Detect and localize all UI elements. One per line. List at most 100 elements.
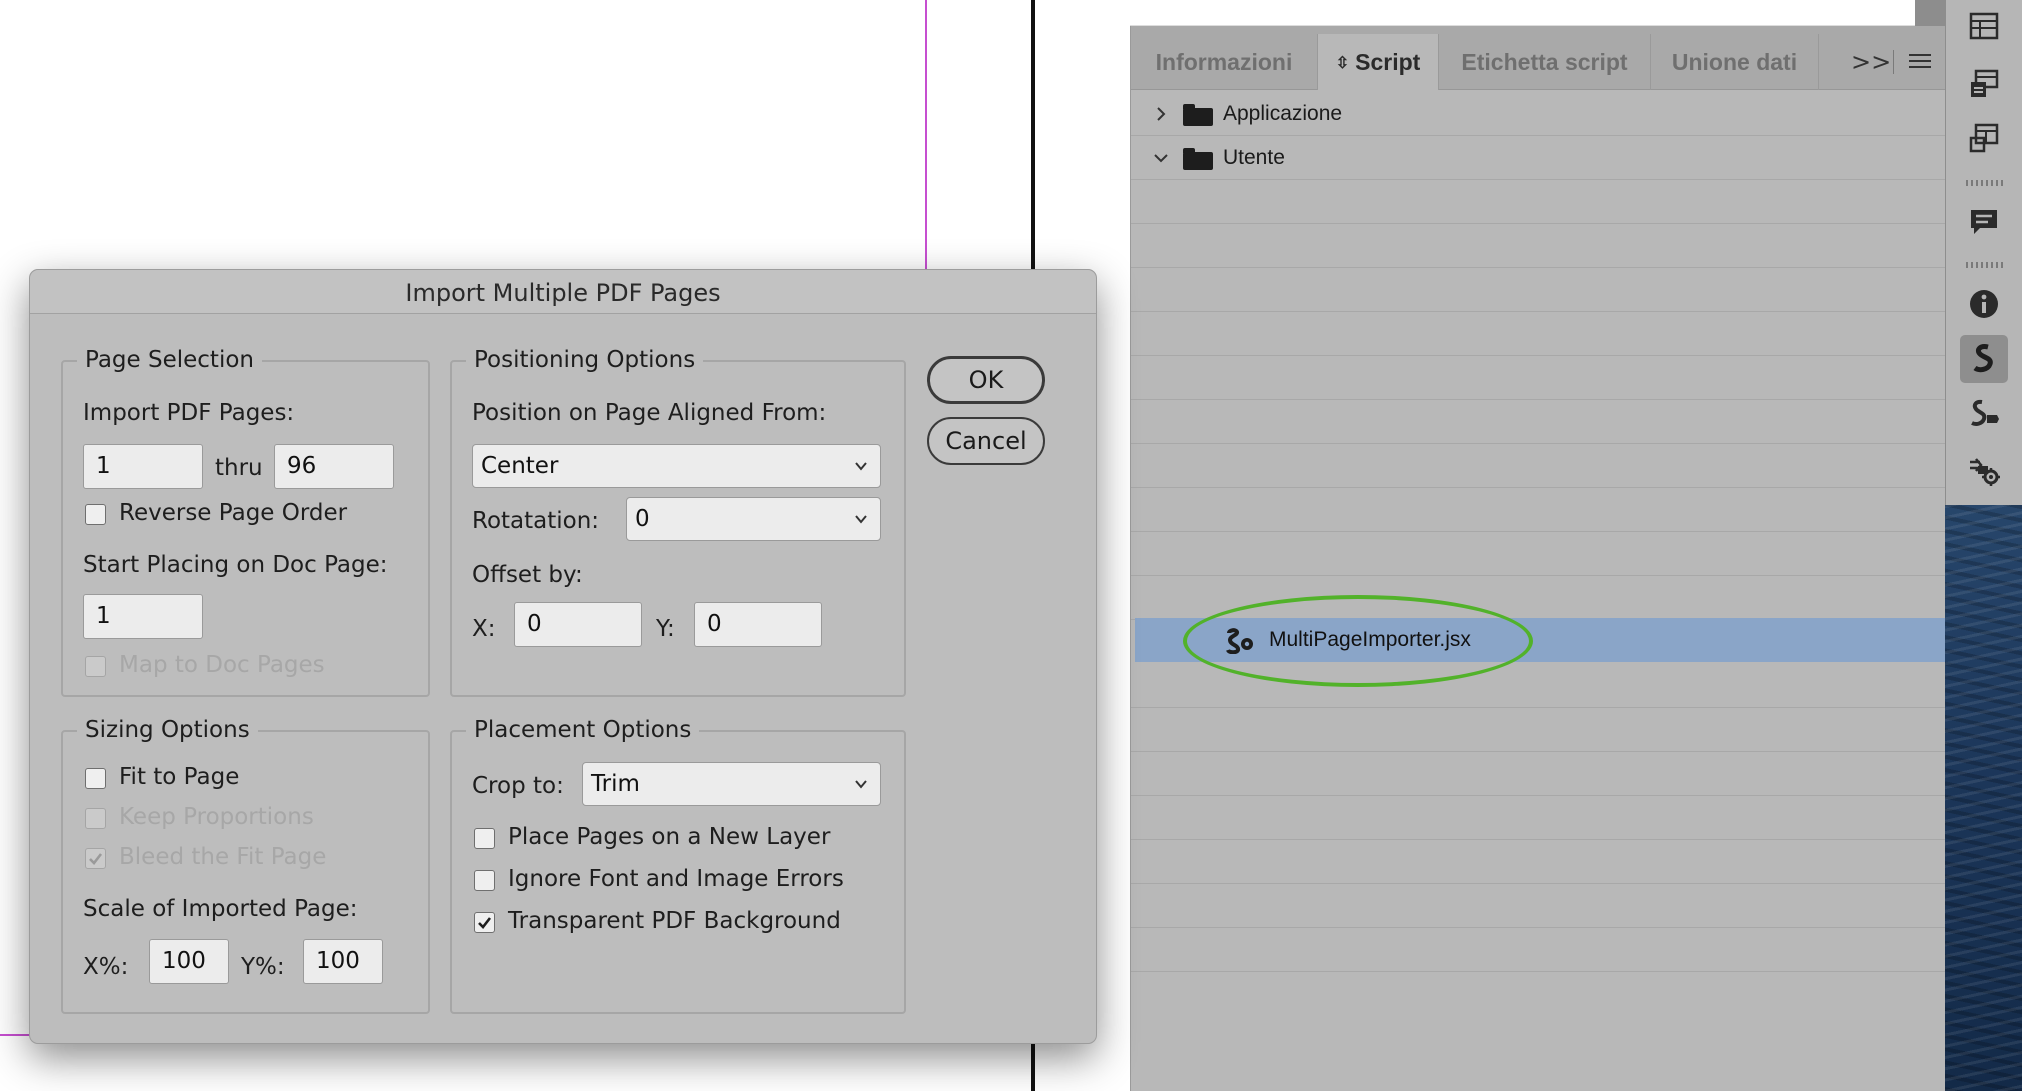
tab-label: Informazioni [1155,49,1293,75]
background-photo [1945,505,2022,1091]
select-value: Center [481,453,559,479]
empty-row [1131,444,1946,488]
toolbar-grip[interactable] [1966,180,2004,186]
checkmark-icon [478,917,492,929]
offset-x-input[interactable]: 0 [514,602,642,647]
ignore-errors-label[interactable]: Ignore Font and Image Errors [508,866,844,892]
tab-label: Unione dati [1671,49,1798,75]
select-value: Trim [591,771,640,797]
bleed-fit-page-checkbox [85,848,106,869]
crop-to-select[interactable]: Trim [582,762,881,806]
fit-to-page-label[interactable]: Fit to Page [119,764,239,790]
empty-row [1131,708,1946,752]
panel-menu-icon[interactable] [1909,54,1931,70]
crop-to-label: Crop to: [472,773,564,799]
table-icon[interactable] [1960,2,2008,50]
map-to-doc-pages-checkbox [85,656,106,677]
page-selection-group: Page Selection Import PDF Pages: 1 thru … [61,344,430,697]
empty-row [1131,488,1946,532]
scroll-strip [1915,0,1945,26]
more-tabs-button[interactable]: >> [1851,48,1891,76]
info-icon[interactable] [1960,280,2008,328]
right-toolbar [1945,0,2022,505]
script-label-icon[interactable] [1960,391,2008,439]
scale-x-input[interactable]: 100 [149,939,229,984]
rotation-select[interactable]: 0 [626,497,881,541]
empty-row [1131,400,1946,444]
position-aligned-select[interactable]: Center [472,444,881,488]
empty-row [1131,356,1946,400]
new-layer-label[interactable]: Place Pages on a New Layer [508,824,830,850]
group-title: Positioning Options [466,344,704,376]
empty-row [1131,312,1946,356]
keep-proportions-checkbox [85,808,106,829]
folder-row-utente[interactable]: Utente [1131,136,1946,180]
empty-row [1131,180,1946,224]
scale-label: Scale of Imported Page: [83,896,358,922]
chevron-down-icon [855,462,867,471]
panel-tab-bar: Informazioni ⇳ Script Etichetta script Un… [1131,26,1946,90]
page-to-input[interactable]: 96 [274,444,394,489]
scale-y-label: Y%: [241,954,285,980]
import-pdf-pages-label: Import PDF Pages: [83,400,295,426]
empty-row [1131,268,1946,312]
select-value: 0 [635,506,650,532]
cell-styles-icon[interactable] [1960,60,2008,108]
folder-icon [1183,148,1213,170]
script-icon[interactable] [1960,335,2008,383]
empty-row [1131,796,1946,840]
transparent-bg-checkbox[interactable] [474,912,495,933]
group-title: Sizing Options [77,714,258,746]
reverse-page-order-label[interactable]: Reverse Page Order [119,500,347,526]
empty-row [1131,752,1946,796]
thru-label: thru [215,455,263,481]
rotation-label: Rotatation: [472,508,600,534]
placement-options-group: Placement Options Crop to: Trim Place Pa… [450,714,906,1014]
cancel-button[interactable]: Cancel [927,417,1045,465]
checkmark-icon [89,853,103,865]
fit-to-page-checkbox[interactable] [85,768,106,789]
folder-row-applicazione[interactable]: Applicazione [1131,92,1946,136]
keep-proportions-label: Keep Proportions [119,804,314,830]
group-title: Page Selection [77,344,262,376]
page-from-input[interactable]: 1 [83,444,203,489]
group-title: Placement Options [466,714,700,746]
reverse-page-order-checkbox[interactable] [85,504,106,525]
tab-separator [1893,50,1894,74]
empty-row [1131,224,1946,268]
comment-icon[interactable] [1960,198,2008,246]
ignore-errors-checkbox[interactable] [474,870,495,891]
highlight-ellipse [1183,595,1533,687]
tab-informazioni[interactable]: Informazioni [1131,34,1318,90]
transparent-bg-label[interactable]: Transparent PDF Background [508,908,841,934]
sizing-options-group: Sizing Options Fit to Page Keep Proporti… [61,714,430,1014]
empty-row [1131,928,1946,972]
tab-etichetta-script[interactable]: Etichetta script [1439,34,1651,90]
folder-label: Utente [1223,146,1285,169]
new-layer-checkbox[interactable] [474,828,495,849]
table-styles-icon[interactable] [1960,114,2008,162]
empty-row [1131,884,1946,928]
folder-label: Applicazione [1223,102,1343,125]
chevron-right-icon[interactable] [1151,104,1171,124]
toolbar-grip[interactable] [1966,262,2004,268]
scale-x-label: X%: [83,954,129,980]
tab-label: Etichetta script [1461,49,1628,75]
offset-x-label: X: [472,616,496,642]
start-page-input[interactable]: 1 [83,594,203,639]
script-panel: Informazioni ⇳ Script Etichetta script Un… [1130,26,1946,1091]
tab-script[interactable]: ⇳ Script [1318,34,1439,90]
tab-label: Script [1355,49,1421,75]
empty-row [1131,840,1946,884]
start-placing-label: Start Placing on Doc Page: [83,552,388,578]
chevron-down-icon [855,780,867,789]
bleed-fit-page-label: Bleed the Fit Page [119,844,327,870]
ok-button[interactable]: OK [927,356,1045,404]
sort-chevron-icon: ⇳ [1335,55,1350,72]
map-to-doc-pages-label: Map to Doc Pages [119,652,325,678]
offset-y-input[interactable]: 0 [694,602,822,647]
scale-y-input[interactable]: 100 [303,939,383,984]
data-merge-icon[interactable] [1960,446,2008,494]
tab-unione-dati[interactable]: Unione dati [1651,34,1819,90]
chevron-down-icon[interactable] [1151,148,1171,168]
